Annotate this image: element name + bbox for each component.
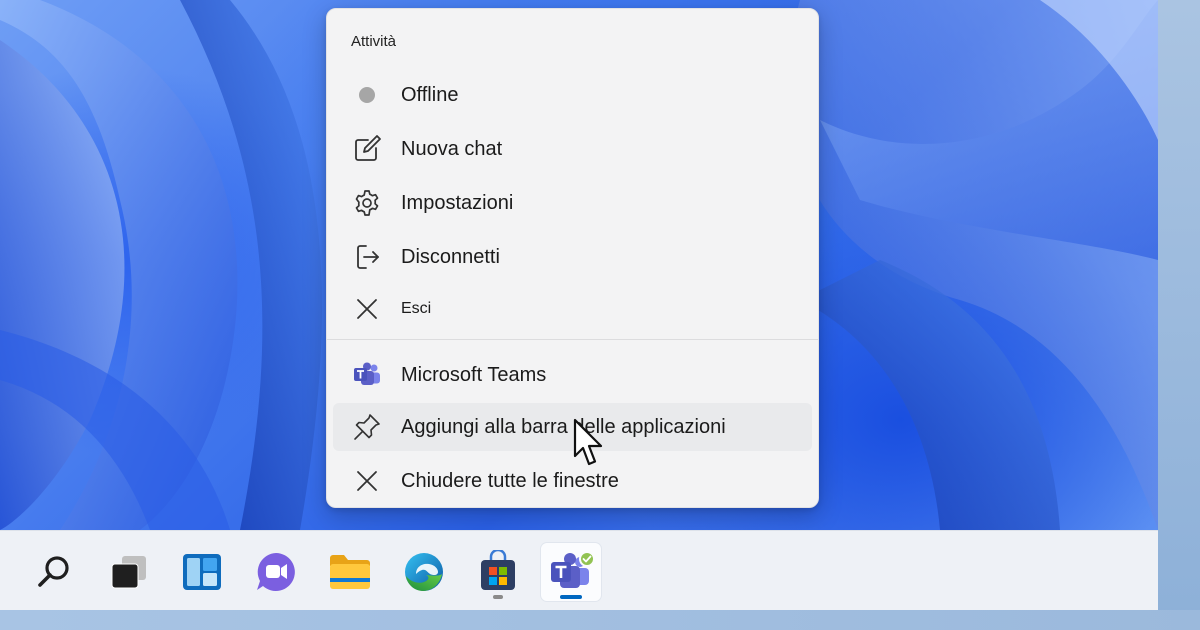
teams-icon bbox=[551, 551, 595, 588]
taskbar-chat-button[interactable] bbox=[246, 543, 306, 601]
sign-out-icon bbox=[351, 241, 383, 273]
taskbar-edge-button[interactable] bbox=[394, 543, 454, 601]
arrow-cursor-icon bbox=[573, 418, 603, 466]
pin-icon bbox=[351, 411, 383, 443]
edge-icon bbox=[405, 553, 443, 591]
menu-item-label: Microsoft Teams bbox=[401, 363, 547, 386]
gear-icon bbox=[351, 187, 383, 219]
teams-icon bbox=[351, 359, 383, 391]
desktop-edge-bottom bbox=[0, 610, 1200, 630]
taskbar-widgets-button[interactable] bbox=[172, 543, 232, 601]
running-indicator bbox=[493, 595, 503, 599]
status-dot-icon bbox=[351, 79, 383, 111]
menu-item-label: Disconnetti bbox=[401, 245, 500, 268]
menu-item-label: Esci bbox=[401, 300, 432, 317]
menu-item-new-chat[interactable]: Nuova chat bbox=[333, 125, 812, 173]
menu-item-offline[interactable]: Offline bbox=[333, 71, 812, 119]
taskbar-search-button[interactable] bbox=[24, 543, 84, 601]
taskbar-file-explorer-button[interactable] bbox=[320, 543, 380, 601]
task-view-icon bbox=[111, 556, 146, 589]
chat-icon bbox=[257, 553, 295, 591]
desktop-edge bbox=[1158, 0, 1200, 630]
menu-item-settings[interactable]: Impostazioni bbox=[333, 179, 812, 227]
close-icon bbox=[351, 465, 383, 497]
menu-item-quit[interactable]: Esci bbox=[333, 285, 812, 333]
menu-item-label: Offline bbox=[401, 83, 459, 106]
menu-divider bbox=[327, 339, 818, 340]
section-title-tasks: Attività bbox=[351, 33, 397, 50]
compose-icon bbox=[351, 133, 383, 165]
mouse-cursor bbox=[573, 418, 605, 473]
store-icon bbox=[481, 550, 515, 590]
widgets-icon bbox=[183, 554, 221, 590]
folder-icon bbox=[330, 555, 370, 589]
menu-item-sign-out[interactable]: Disconnetti bbox=[333, 233, 812, 281]
close-icon bbox=[351, 293, 383, 325]
taskbar-store-button[interactable] bbox=[468, 543, 528, 601]
taskbar-task-view-button[interactable] bbox=[98, 543, 158, 601]
taskbar bbox=[0, 530, 1158, 610]
menu-item-label: Impostazioni bbox=[401, 191, 514, 214]
menu-item-label: Aggiungi alla barra delle applicazioni bbox=[401, 415, 726, 438]
taskbar-teams-button[interactable] bbox=[541, 543, 601, 601]
menu-item-microsoft-teams[interactable]: Microsoft Teams bbox=[333, 351, 812, 399]
status-available-badge bbox=[579, 551, 595, 567]
search-icon bbox=[38, 556, 69, 587]
menu-item-label: Nuova chat bbox=[401, 137, 503, 160]
active-indicator bbox=[560, 595, 582, 599]
